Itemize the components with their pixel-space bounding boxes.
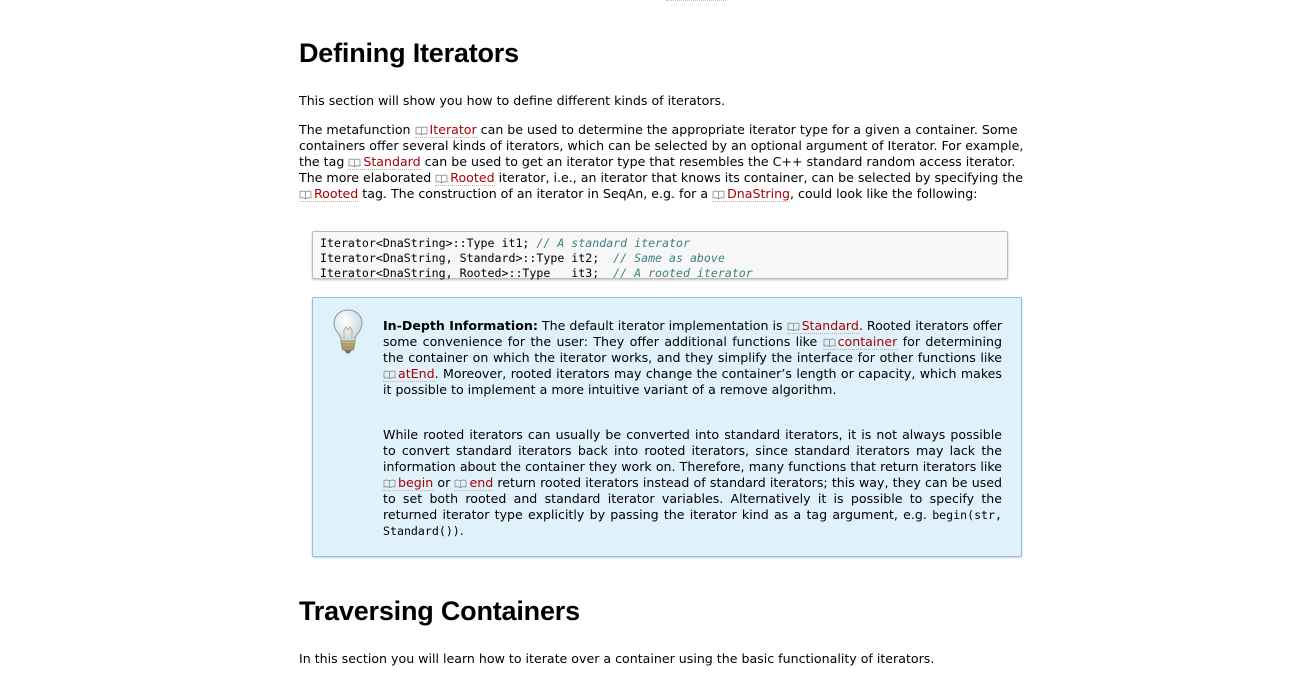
book-icon [348, 158, 361, 167]
lightbulb-icon [333, 309, 363, 354]
info-heading: In-Depth Information: [383, 318, 538, 333]
link-end[interactable]: end [454, 475, 494, 491]
section-title-defining-iterators: Defining Iterators [299, 38, 519, 68]
code-line: Iterator<DnaString, Standard>::Type it2;… [320, 251, 725, 265]
book-icon [383, 479, 396, 488]
info-paragraph: In-Depth Information: The default iterat… [383, 318, 1003, 397]
book-icon [299, 190, 312, 199]
link-iterator[interactable]: Iterator [414, 122, 477, 138]
book-icon [435, 174, 448, 183]
link-standard[interactable]: Standard [786, 318, 859, 334]
link-rooted[interactable]: Rooted [435, 170, 495, 186]
book-icon [455, 479, 467, 488]
info-paragraph: While rooted iterators can usually be co… [383, 427, 1002, 538]
link-dnastring[interactable]: DnaString [712, 186, 791, 202]
section-intro: In this section you will learn how to it… [299, 651, 935, 666]
code-block: Iterator<DnaString>::Type it1; // A stan… [312, 231, 1008, 280]
section-intro: This section will show you how to define… [299, 93, 726, 108]
link-container[interactable]: container [822, 334, 898, 350]
code-comment: // Same as above [613, 251, 725, 265]
book-icon [787, 322, 799, 331]
book-icon [712, 190, 725, 199]
book-icon [415, 126, 427, 135]
code-line: Iterator<DnaString>::Type it1; // A stan… [320, 236, 690, 250]
link-atend[interactable]: atEnd [383, 366, 435, 382]
section-title-traversing-containers: Traversing Containers [299, 596, 580, 626]
link-standard[interactable]: Standard [348, 154, 421, 170]
book-icon [823, 338, 836, 347]
top-divider [666, 0, 726, 2]
code-comment: // A standard iterator [536, 236, 690, 250]
info-box: In-Depth Information: The default iterat… [312, 297, 1022, 557]
metafunction-paragraph: The metafunction Iterator can be used to… [299, 122, 1024, 202]
link-rooted-tag[interactable]: Rooted [299, 186, 359, 202]
link-begin[interactable]: begin [383, 475, 434, 491]
book-icon [383, 370, 396, 379]
code-comment: // A rooted iterator [613, 266, 753, 280]
code-line: Iterator<DnaString, Rooted>::Type it3; /… [320, 266, 753, 280]
